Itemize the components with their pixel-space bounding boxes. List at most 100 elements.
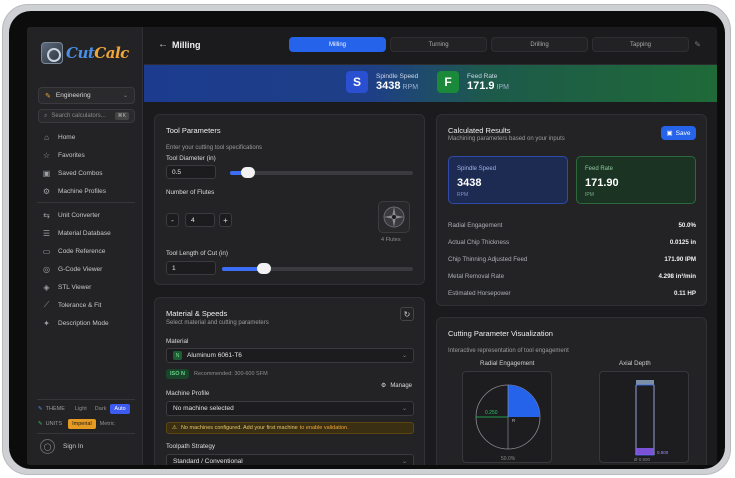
sidebar-item-label: Tolerance & Fit (58, 301, 102, 309)
sidebar-item-home[interactable]: ⌂ Home (35, 129, 139, 145)
card-subtitle: Machining parameters based on your input… (448, 136, 565, 142)
tab-milling[interactable]: Milling (289, 37, 386, 52)
sidebar-item-unit-converter[interactable]: ⇆ Unit Converter (35, 207, 139, 223)
sidebar-item-label: Favorites (58, 151, 85, 159)
refresh-icon[interactable]: ↻ (400, 307, 414, 321)
diameter-label: Ø 0.500 (634, 457, 651, 462)
result-label: Feed Rate (585, 166, 614, 172)
flutes-label: Number of Flutes (166, 189, 215, 196)
ruler-icon: ⟋ (43, 300, 50, 309)
sidebar-item-g-code-viewer[interactable]: ◎ G-Code Viewer (35, 261, 139, 277)
tablet-bezel: CutCalc ✎ Engineering ⌄ ⌕ Search calcula… (9, 11, 725, 469)
save-icon: ▣ (42, 168, 51, 178)
theme-option-dark[interactable]: Dark (91, 404, 111, 414)
flutes-increment-button[interactable]: + (219, 213, 232, 227)
result-row-label: Actual Chip Thickness (448, 238, 510, 246)
chevron-down-icon: ⌄ (401, 353, 407, 359)
flute-preview (378, 201, 410, 233)
sidebar-item-material-database[interactable]: ☰ Material Database (35, 225, 139, 241)
sidebar-item-saved-combos[interactable]: ▣ Saved Combos (35, 165, 139, 181)
flutes-input[interactable]: 4 (185, 213, 215, 227)
back-arrow-icon[interactable]: ← (158, 39, 168, 50)
category-select[interactable]: ✎ Engineering ⌄ (38, 87, 135, 104)
results-banner: S Spindle Speed 3438 RPM F Feed Rate 171.… (144, 65, 717, 102)
result-row: Metal Removal Rate 4.298 in³/min (448, 270, 696, 282)
axial-title: Axial Depth (619, 360, 651, 367)
slider-handle[interactable] (257, 263, 272, 274)
axial-svg: 0.500 Ø 0.500 (634, 380, 669, 462)
signin-button[interactable]: ◯ Sign In (40, 439, 83, 454)
material-select[interactable]: N Aluminum 6061-T6 ⌄ (166, 348, 414, 363)
code-icon: ◎ (43, 264, 50, 274)
result-row-label: Metal Removal Rate (448, 272, 505, 280)
sidebar-item-machine-profiles[interactable]: ⚙ Machine Profiles (35, 183, 139, 199)
sidebar-item-tolerance-fit[interactable]: ⟋ Tolerance & Fit (35, 297, 139, 313)
units-option-metric[interactable]: Metric (96, 419, 119, 429)
signin-label: Sign In (63, 443, 84, 450)
units-option-imperial[interactable]: Imperial (68, 419, 96, 429)
result-value: 3438 (457, 177, 482, 189)
tablet-frame: CutCalc ✎ Engineering ⌄ ⌕ Search calcula… (2, 4, 731, 475)
edit-icon[interactable]: ✎ (694, 40, 701, 49)
sidebar-item-stl-viewer[interactable]: ◈ STL Viewer (35, 279, 139, 295)
length-label: Tool Length of Cut (in) (166, 250, 228, 257)
tab-turning[interactable]: Turning (390, 37, 487, 52)
machine-select[interactable]: No machine selected ⌄ (166, 401, 414, 416)
sidebar-item-code-reference[interactable]: ▭ Code Reference (35, 243, 139, 259)
result-row-label: Chip Thinning Adjusted Feed (448, 255, 528, 263)
slider-handle[interactable] (241, 167, 256, 178)
radial-svg: 0.250 R 50.0% (475, 384, 541, 462)
result-unit: RPM (457, 192, 469, 198)
feed-result-box: Feed Rate 171.90 IPM (576, 156, 696, 204)
chevron-down-icon: ⌄ (122, 93, 128, 99)
iso-info: ISO N Recommended: 300-600 SFM (166, 369, 268, 379)
recommended-sfm: Recommended: 300-600 SFM (193, 371, 268, 377)
card-title: Material & Speeds (166, 309, 228, 318)
tool-parameters-card: Tool Parameters Enter your cutting tool … (154, 114, 425, 285)
tab-drilling[interactable]: Drilling (491, 37, 588, 52)
length-input[interactable]: 1 (166, 261, 216, 275)
sidebar-item-favorites[interactable]: ☆ Favorites (35, 147, 139, 163)
shank (636, 380, 654, 385)
result-row: Actual Chip Thickness 0.0125 in (448, 236, 696, 248)
result-row-value: 0.11 HP (673, 289, 696, 297)
diameter-label: Tool Diameter (in) (166, 155, 216, 162)
flutes-decrement-button[interactable]: - (166, 213, 179, 227)
manage-button[interactable]: ⚙ Manage (381, 382, 412, 389)
sidebar-item-description-mode[interactable]: ✦ Description Mode (35, 315, 139, 331)
diameter-slider[interactable] (230, 167, 413, 178)
cube-icon: ◈ (43, 282, 50, 292)
chevron-down-icon: ⌄ (401, 459, 407, 465)
theme-option-auto[interactable]: Auto (110, 404, 130, 414)
logo-icon (41, 42, 63, 64)
theme-icon: ✎ (38, 406, 43, 412)
card-title: Tool Parameters (166, 126, 221, 135)
save-button[interactable]: ▣ Save (661, 126, 696, 140)
home-icon: ⌂ (44, 132, 49, 142)
wrench-icon: ✎ (45, 92, 51, 100)
units-switcher: ✎ UNITS Imperial Metric (38, 419, 119, 429)
app-logo[interactable]: CutCalc (41, 39, 129, 67)
end-mill-icon (383, 206, 405, 228)
result-row-label: Radial Engagement (448, 221, 503, 229)
material-label: Material (166, 338, 189, 345)
result-row-label: Estimated Horsepower (448, 289, 511, 297)
diameter-input[interactable]: 0.5 (166, 165, 216, 179)
length-slider[interactable] (222, 263, 413, 274)
tab-tapping[interactable]: Tapping (592, 37, 689, 52)
warning-text: No machines configured. Add your first m… (180, 425, 298, 431)
flutes-caption: 4 Flutes (381, 237, 401, 243)
strategy-select[interactable]: Standard / Conventional ⌄ (166, 454, 414, 465)
sidebar-item-label: Saved Combos (58, 169, 103, 177)
divider (37, 433, 135, 434)
user-icon: ◯ (40, 439, 55, 454)
save-label: Save (675, 129, 691, 137)
warning-link[interactable]: to enable validation. (300, 425, 349, 431)
units-label: UNITS (45, 421, 63, 427)
card-subtitle: Interactive representation of tool engag… (448, 348, 569, 354)
theme-option-light[interactable]: Light (71, 404, 91, 414)
chevron-down-icon: ⌄ (401, 406, 407, 412)
result-label: Spindle Speed (457, 166, 497, 172)
search-input[interactable]: ⌕ Search calculators... ⌘K (38, 109, 135, 123)
gear-icon: ⚙ (380, 383, 387, 389)
